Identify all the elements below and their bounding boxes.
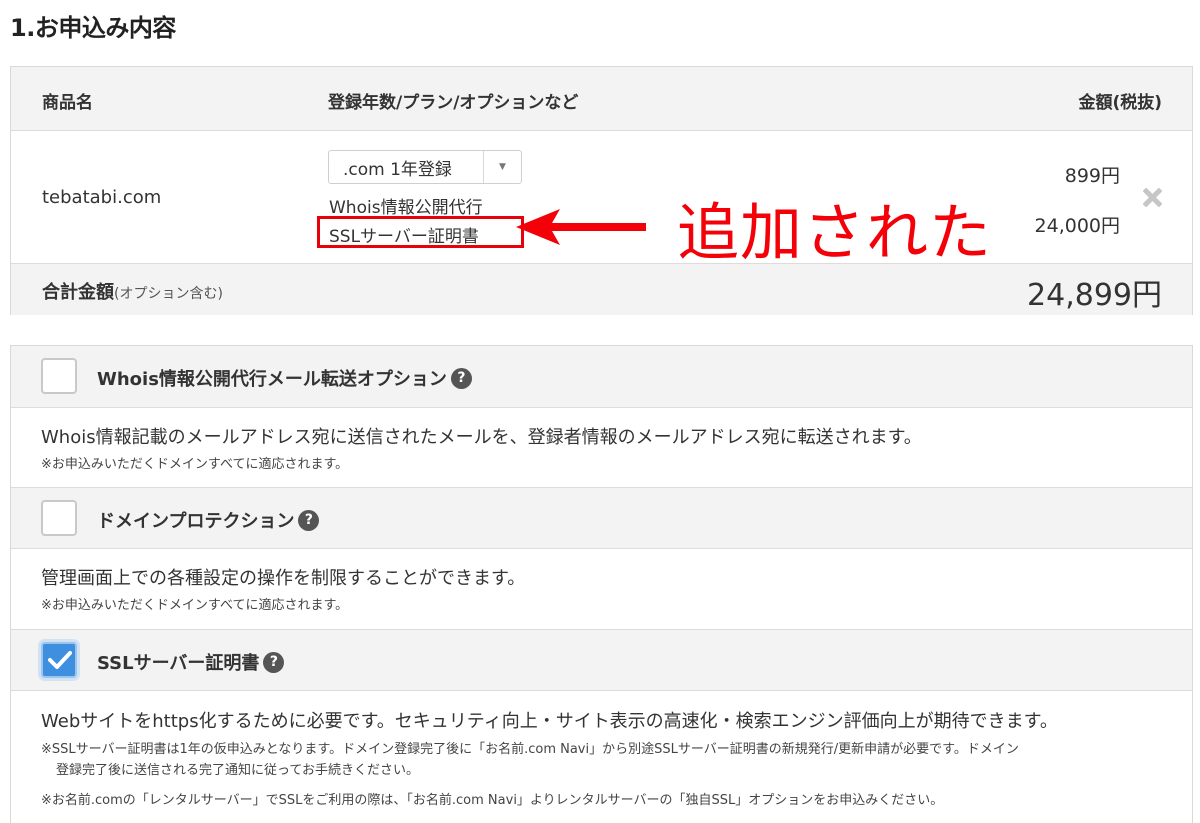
help-icon[interactable]: ?: [298, 509, 320, 531]
arrow-left-icon: [516, 209, 646, 245]
total-amount: 24,899円: [1027, 278, 1162, 313]
option-description: Whois情報記載のメールアドレス宛に送信されたメールを、登録者情報のメールアド…: [41, 427, 922, 448]
option-note: 登録完了後に送信される完了通知に従ってお手続きください。: [56, 763, 419, 778]
option-list: Whois情報公開代行メール転送オプション? Whois情報記載のメールアドレス…: [10, 345, 1193, 823]
option-note: ※SSLサーバー証明書は1年の仮申込みとなります。ドメイン登録完了後に「お名前.…: [41, 742, 1019, 757]
option-note: ※お申込みいただくドメインすべてに適応されます。: [41, 457, 349, 472]
section-title: 1.お申込み内容: [10, 14, 176, 42]
domain-name: tebatabi.com: [42, 187, 162, 208]
help-icon[interactable]: ?: [450, 367, 472, 389]
option-title: SSLサーバー証明書?: [97, 649, 285, 675]
header-plan: 登録年数/プラン/オプションなど: [328, 93, 579, 113]
total-sub-label: (オプション含む): [114, 286, 223, 302]
annotation-text: 追加された: [677, 196, 993, 269]
price-whois: 899円: [1064, 165, 1120, 187]
option-header-ssl: SSLサーバー証明書?: [11, 629, 1192, 691]
chevron-down-icon[interactable]: ▼: [483, 151, 521, 183]
option-title: ドメインプロテクション?: [97, 507, 320, 533]
order-table: 商品名 登録年数/プラン/オプションなど 金額(税抜) tebatabi.com…: [10, 66, 1193, 315]
option-title: Whois情報公開代行メール転送オプション?: [97, 365, 472, 391]
checkmark-icon: [48, 651, 72, 669]
domain-protection-checkbox[interactable]: [41, 500, 77, 536]
option-description: Webサイトをhttps化するために必要です。セキュリティ向上・サイト表示の高速…: [41, 711, 1058, 732]
ssl-highlight-box: [317, 216, 524, 248]
help-icon[interactable]: ?: [263, 651, 285, 673]
whois-forward-checkbox[interactable]: [41, 358, 77, 394]
header-price: 金額(税抜): [1078, 93, 1162, 113]
close-icon[interactable]: [1142, 187, 1162, 207]
option-header-whois-forward: Whois情報公開代行メール転送オプション?: [11, 346, 1192, 408]
total-row: 合計金額(オプション含む) 24,899円: [11, 263, 1192, 315]
plan-select[interactable]: .com 1年登録 ▼: [328, 150, 522, 184]
order-table-header: 商品名 登録年数/プラン/オプションなど 金額(税抜): [11, 67, 1192, 131]
total-label: 合計金額(オプション含む): [42, 282, 223, 303]
price-ssl: 24,000円: [1034, 215, 1120, 237]
option-header-domain-protection: ドメインプロテクション?: [11, 487, 1192, 549]
option-whois-label: Whois情報公開代行: [329, 198, 483, 218]
option-description: 管理画面上での各種設定の操作を制限することができます。: [41, 568, 526, 589]
header-product: 商品名: [42, 93, 93, 113]
plan-select-value: .com 1年登録: [343, 159, 452, 180]
option-note: ※お名前.comの「レンタルサーバー」でSSLをご利用の際は、「お名前.com …: [41, 793, 944, 808]
ssl-checkbox[interactable]: [41, 642, 77, 678]
option-note: ※お申込みいただくドメインすべてに適応されます。: [41, 598, 349, 613]
